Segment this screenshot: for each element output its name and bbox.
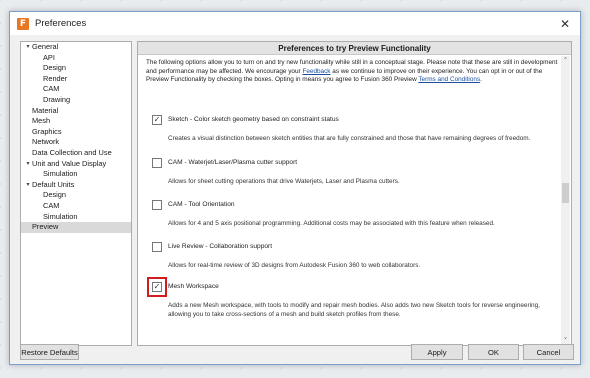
tree-item[interactable]: Drawing	[21, 95, 131, 106]
close-button[interactable]: ✕	[556, 15, 574, 32]
scroll-up-icon[interactable]: ˄	[561, 56, 570, 65]
tree-item-label: API	[43, 52, 55, 62]
tree-item-label: Design	[43, 63, 67, 73]
feature-description: Creates a visual distinction between ske…	[168, 135, 531, 142]
tree-item[interactable]: ▾ General	[21, 42, 131, 53]
tree-item[interactable]: ▾ Unit and Value Display	[21, 159, 131, 170]
feature-title: CAM - Waterjet/Laser/Plasma cutter suppo…	[168, 159, 298, 166]
feature-title: Mesh Workspace	[168, 283, 219, 290]
tree-item-label: Data Collection and Use	[32, 147, 112, 157]
feature-title: Live Review - Collaboration support	[168, 243, 273, 250]
tree-item-label: Material	[32, 105, 59, 115]
expand-chevron-icon[interactable]: ▾	[24, 159, 32, 170]
vertical-scrollbar[interactable]: ˄ ˅	[561, 56, 570, 345]
tree-item[interactable]: Simulation	[21, 212, 131, 223]
tree-item[interactable]: ▾ Default Units	[21, 180, 131, 191]
ok-button[interactable]: OK	[468, 344, 519, 360]
feature-title: CAM - Tool Orientation	[168, 201, 235, 208]
tree-item[interactable]: Design	[21, 190, 131, 201]
expand-chevron-icon[interactable]: ▾	[24, 180, 32, 191]
feature-checkbox[interactable]	[152, 242, 162, 252]
title-bar: F Preferences ✕	[10, 12, 580, 35]
checkmark-icon: ✓	[153, 115, 161, 124]
tree-item-label: Default Units	[32, 179, 75, 189]
tree-item[interactable]: Render	[21, 74, 131, 85]
preview-pane: Preferences to try Preview Functionality…	[137, 41, 572, 346]
feedback-link[interactable]: Feedback	[302, 68, 330, 75]
checkmark-icon: ✓	[153, 282, 161, 291]
feature-checkbox[interactable]	[152, 200, 162, 210]
fusion-app-icon: F	[17, 17, 29, 30]
feature-checkbox[interactable]: ✓	[152, 282, 162, 292]
feature-description: Adds a new Mesh workspace, with tools to…	[168, 302, 540, 318]
tree-item[interactable]: Graphics	[21, 127, 131, 138]
tree-item[interactable]: Design	[21, 63, 131, 74]
tree-item[interactable]: Data Collection and Use	[21, 148, 131, 159]
feature-title: Sketch - Color sketch geometry based on …	[168, 116, 339, 123]
feature-checkbox[interactable]: ✓	[152, 115, 162, 125]
cancel-button[interactable]: Cancel	[523, 344, 574, 360]
tree-item[interactable]: Simulation	[21, 169, 131, 180]
tree-item-label: Simulation	[43, 169, 78, 179]
terms-link[interactable]: Terms and Conditions	[418, 76, 480, 83]
intro-text: The following options allow you to turn …	[146, 59, 560, 85]
feature-description: Allows for real-time review of 3D design…	[168, 262, 421, 269]
tree-item[interactable]: CAM	[21, 201, 131, 212]
tree-item-label: Mesh	[32, 116, 51, 126]
preferences-dialog: F Preferences ✕ ▾ General API Design Render C…	[9, 11, 581, 365]
tree-item-label: Render	[43, 73, 68, 83]
pane-header: Preferences to try Preview Functionality	[138, 42, 571, 55]
tree-item-label: CAM	[43, 200, 60, 210]
tree-item-label: Unit and Value Display	[32, 158, 107, 168]
apply-button[interactable]: Apply	[411, 344, 463, 360]
tree-item-label: Drawing	[43, 94, 71, 104]
tree-item-label: Network	[32, 137, 60, 147]
tree-item[interactable]: Material	[21, 106, 131, 117]
expand-chevron-icon[interactable]: ▾	[24, 42, 32, 53]
preferences-tree: ▾ General API Design Render CAM Drawing Materia…	[20, 41, 132, 346]
pane-content: The following options allow you to turn …	[146, 59, 560, 344]
scroll-thumb[interactable]	[562, 183, 569, 203]
tree-item-label: Design	[43, 190, 67, 200]
restore-defaults-button[interactable]: Restore Defaults	[20, 344, 79, 360]
window-title: Preferences	[35, 18, 87, 29]
tree-item[interactable]: CAM	[21, 84, 131, 95]
feature-description: Allows for 4 and 5 axis positional progr…	[168, 220, 495, 227]
feature-description: Allows for sheet cutting operations that…	[168, 178, 400, 185]
tree-item-label: Graphics	[32, 126, 62, 136]
feature-checkbox[interactable]	[152, 158, 162, 168]
tree-item-label: Simulation	[43, 211, 78, 221]
tree-item-label: Preview	[32, 222, 59, 232]
tree-item[interactable]: API	[21, 53, 131, 64]
tree-item[interactable]: Mesh	[21, 116, 131, 127]
tree-item-label: General	[32, 42, 59, 51]
tree-item[interactable]: Preview	[21, 222, 131, 233]
tree-item[interactable]: Network	[21, 137, 131, 148]
intro-text-end: .	[480, 76, 482, 84]
tree-item-label: CAM	[43, 84, 60, 94]
